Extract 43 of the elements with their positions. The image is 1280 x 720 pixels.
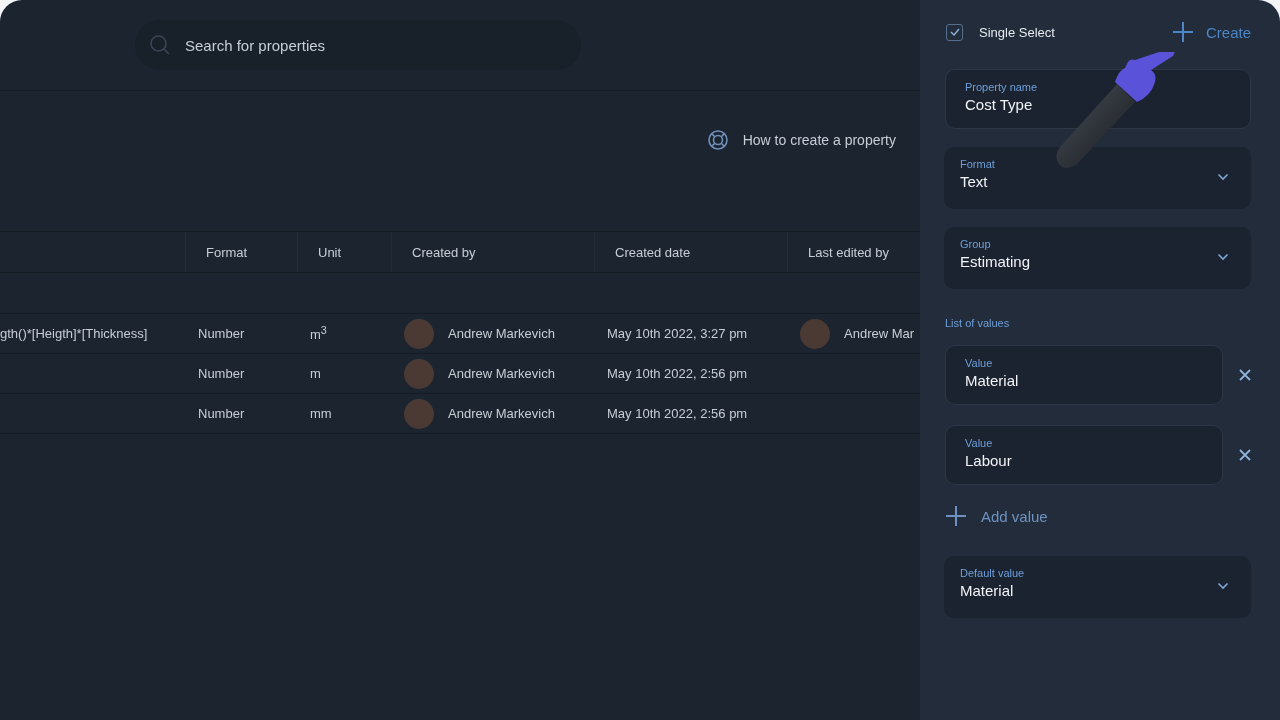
dropdown-field[interactable]: Group Estimating	[944, 227, 1251, 289]
dropdown-field[interactable]: Format Text	[944, 147, 1251, 209]
column-header[interactable]: Last edited by	[808, 244, 889, 260]
column-header[interactable]: Created date	[615, 244, 691, 260]
table-cell: May 10th 2022, 2:56 pm	[607, 406, 748, 421]
search-field[interactable]: Search for properties	[135, 20, 581, 70]
add-value-button[interactable]: Add value	[945, 505, 1251, 527]
plus-icon	[945, 505, 967, 527]
section-label: List of values	[945, 317, 1011, 329]
user-name: Andrew Markevich	[448, 406, 555, 421]
avatar	[404, 318, 434, 349]
table-cell: mm	[310, 406, 332, 421]
dropdown-field[interactable]: Default value Material	[944, 556, 1251, 618]
lifebuoy-icon	[706, 129, 729, 151]
close-icon[interactable]	[1239, 449, 1251, 461]
close-icon[interactable]	[1239, 369, 1251, 381]
help-link[interactable]: How to create a property	[706, 129, 896, 151]
check-icon	[949, 28, 960, 36]
input-field[interactable]: Value Material	[945, 345, 1223, 405]
chevron-down-icon	[1217, 253, 1229, 261]
single-select-checkbox[interactable]: Single Select	[945, 23, 1055, 41]
table-cell: Number	[198, 406, 245, 421]
user-name: Andrew Mar	[844, 326, 915, 341]
column-header[interactable]: Format	[206, 244, 248, 260]
avatar	[800, 318, 830, 349]
chevron-down-icon	[1217, 173, 1229, 181]
avatar	[404, 358, 434, 389]
create-button[interactable]: Create	[1171, 21, 1251, 43]
table-cell: m	[310, 366, 321, 381]
user-name: Andrew Markevich	[448, 366, 555, 381]
plus-icon	[1171, 21, 1194, 43]
table-cell: m$^{3}$	[310, 324, 327, 343]
table-cell: May 10th 2022, 2:56 pm	[607, 366, 748, 381]
table-cell: May 10th 2022, 3:27 pm	[607, 326, 748, 341]
table-cell: Number	[198, 326, 245, 341]
table-cell: Number	[198, 366, 245, 381]
column-header[interactable]: Created by	[412, 244, 476, 260]
table-cell: gth()*[Heigth]*[Thickness]	[0, 326, 148, 341]
chevron-down-icon	[1217, 582, 1229, 590]
user-name: Andrew Markevich	[448, 326, 555, 341]
avatar	[404, 398, 434, 429]
input-field[interactable]: Value Labour	[945, 425, 1223, 485]
column-header[interactable]: Unit	[318, 244, 342, 260]
